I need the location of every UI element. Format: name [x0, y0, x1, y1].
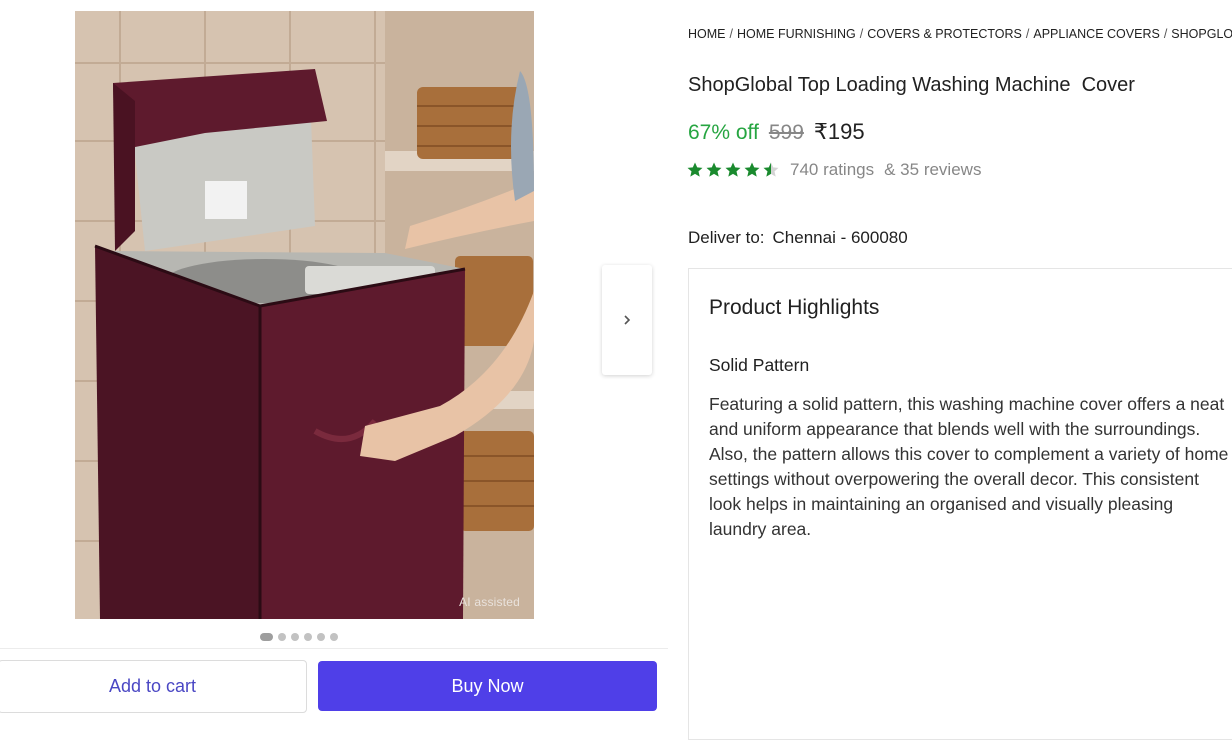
carousel-next-button[interactable] — [602, 265, 652, 375]
product-highlights-panel: Product Highlights Solid Pattern Featuri… — [688, 268, 1232, 740]
breadcrumb: HOME / HOME FURNISHING / COVERS & PROTECTORS… — [688, 27, 1232, 41]
breadcrumb-appliance-covers[interactable]: APPLIANCE COVERS — [1033, 27, 1159, 41]
deliver-label: Deliver to: — [688, 228, 765, 247]
rating-row: 740 ratings & 35 reviews — [686, 160, 981, 180]
delivery-info: Deliver to: Chennai - 600080 — [688, 228, 908, 248]
carousel-dot[interactable] — [317, 633, 325, 641]
price-row: 67% off 599 ₹195 — [688, 119, 865, 145]
selling-price: ₹195 — [813, 119, 865, 144]
star-icon — [763, 162, 779, 177]
buy-now-button[interactable]: Buy Now — [318, 661, 657, 711]
washing-machine-cover-photo — [75, 11, 534, 619]
breadcrumb-home-furnishing[interactable]: HOME FURNISHING — [737, 27, 856, 41]
highlight-subtitle: Solid Pattern — [709, 355, 810, 375]
carousel-dot[interactable] — [330, 633, 338, 641]
breadcrumb-shopglobal[interactable]: SHOPGLOBAL — [1171, 27, 1232, 41]
carousel-dot[interactable] — [304, 633, 312, 641]
star-icon — [706, 162, 722, 177]
carousel-dot[interactable] — [278, 633, 286, 641]
add-to-cart-button[interactable]: Add to cart — [0, 660, 307, 713]
breadcrumb-home[interactable]: HOME — [688, 27, 726, 41]
breadcrumb-separator: / — [859, 27, 864, 41]
ratings-count[interactable]: 740 ratings — [790, 160, 874, 180]
star-icon — [744, 162, 760, 177]
chevron-right-icon — [624, 315, 631, 325]
product-image[interactable]: AI assisted — [75, 11, 534, 619]
breadcrumb-separator: / — [1025, 27, 1030, 41]
reviews-count[interactable]: & 35 reviews — [884, 160, 981, 180]
carousel-dot[interactable] — [291, 633, 299, 641]
highlight-description: Featuring a solid pattern, this washing … — [709, 394, 1229, 539]
breadcrumb-separator: / — [1163, 27, 1168, 41]
ai-assisted-badge: AI assisted — [459, 595, 520, 609]
star-icon — [687, 162, 703, 177]
breadcrumb-covers-protectors[interactable]: COVERS & PROTECTORS — [867, 27, 1022, 41]
breadcrumb-separator: / — [729, 27, 733, 41]
highlights-title: Product Highlights — [709, 296, 880, 319]
original-price: 599 — [768, 121, 804, 144]
product-title: ShopGlobal Top Loading Washing Machine C… — [688, 74, 1135, 96]
carousel-dots — [260, 633, 338, 641]
star-rating — [686, 161, 780, 179]
star-icon — [725, 162, 741, 177]
carousel-dot[interactable] — [260, 633, 273, 641]
delivery-location[interactable]: Chennai - 600080 — [773, 228, 908, 247]
discount-percent: 67% off — [688, 121, 759, 144]
